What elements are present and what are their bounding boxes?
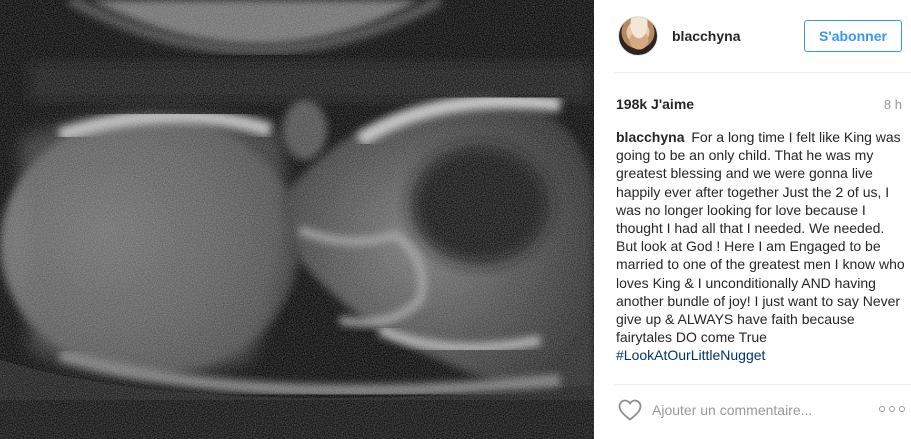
follow-button[interactable]: S'abonner <box>804 20 902 52</box>
likes-count[interactable]: 198k J'aime <box>616 96 694 112</box>
ultrasound-image <box>0 0 594 439</box>
post-photo[interactable] <box>0 0 594 439</box>
post-sidebar: blacchyna S'abonner 198k J'aime 8 h blac… <box>594 0 911 439</box>
dot-icon <box>899 406 905 412</box>
post-timestamp[interactable]: 8 h <box>884 97 902 112</box>
dot-icon <box>889 406 895 412</box>
header-username[interactable]: blacchyna <box>672 28 740 44</box>
dot-icon <box>879 406 885 412</box>
comment-bar <box>594 385 911 439</box>
caption-hashtag[interactable]: #LookAtOurLittleNugget <box>616 347 765 363</box>
caption-username[interactable]: blacchyna <box>616 129 684 145</box>
instagram-post: blacchyna S'abonner 198k J'aime 8 h blac… <box>0 0 911 439</box>
avatar-image <box>619 17 657 55</box>
comment-input[interactable] <box>652 398 852 422</box>
post-caption: blacchyna For a long time I felt like Ki… <box>616 128 906 374</box>
post-header: blacchyna S'abonner <box>594 0 911 72</box>
divider <box>614 72 911 73</box>
caption-text: For a long time I felt like King was goi… <box>616 129 905 346</box>
more-options-icon[interactable] <box>879 401 905 417</box>
post-meta: 198k J'aime 8 h <box>616 95 902 113</box>
like-heart-icon[interactable] <box>618 399 642 421</box>
avatar[interactable] <box>618 16 658 56</box>
